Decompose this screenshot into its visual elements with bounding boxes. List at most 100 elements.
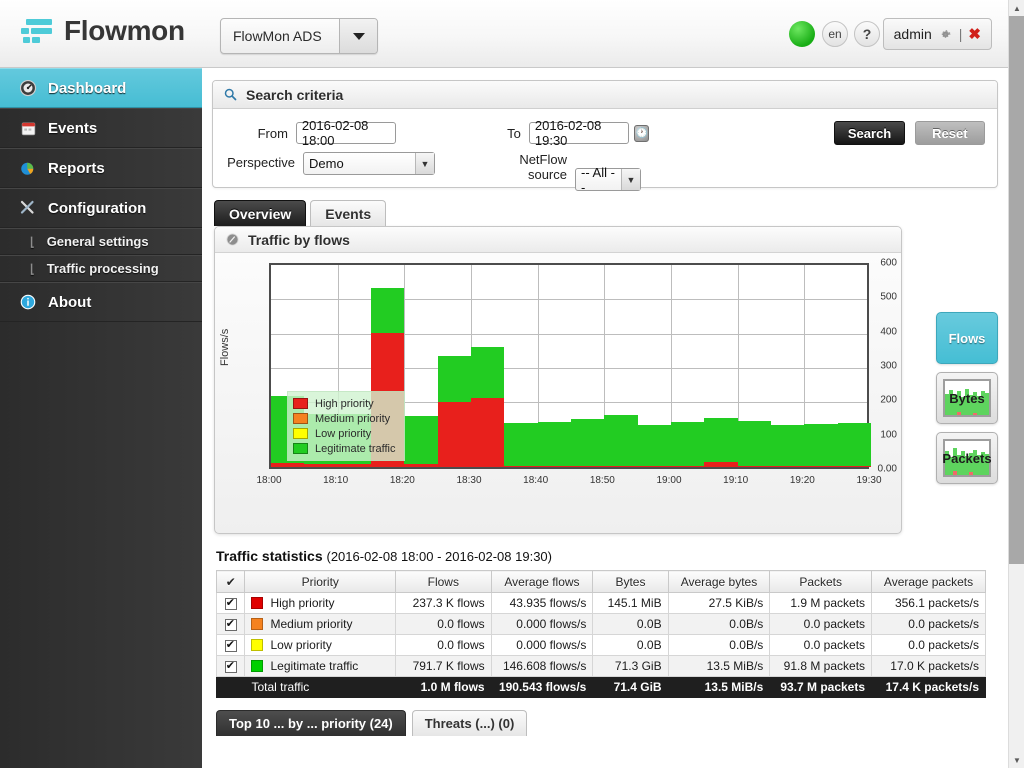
from-input[interactable]: 2016-02-08 18:00 xyxy=(295,118,396,148)
gauge-icon xyxy=(18,78,38,98)
chart-bar[interactable] xyxy=(537,261,571,467)
netflow-source-select[interactable]: -- All -- ▼ xyxy=(575,165,641,195)
chart-bar[interactable] xyxy=(637,261,671,467)
x-axis-tick: 18:30 xyxy=(456,475,482,486)
chart-bar[interactable] xyxy=(737,261,771,467)
table-row[interactable]: Legitimate traffic 791.7 K flows146.608 f… xyxy=(215,655,986,677)
table-row[interactable]: Medium priority0.0 flows0.000 flows/s0.0… xyxy=(215,613,986,635)
chart-bar-segment xyxy=(404,416,438,464)
table-column-header[interactable]: Flows xyxy=(395,570,492,593)
table-cell-flows: 791.7 K flows xyxy=(395,655,492,677)
language-button[interactable]: en xyxy=(822,21,848,47)
module-selector[interactable]: FlowMon ADS xyxy=(220,18,378,54)
search-criteria-body: From 2016-02-08 18:00 To 2016-02-08 19:3… xyxy=(213,109,997,210)
metric-button-packets[interactable]: Packets xyxy=(936,432,998,484)
logout-icon[interactable]: ✖ xyxy=(968,25,981,43)
scrollbar-thumb[interactable] xyxy=(1009,16,1024,564)
chart-bar[interactable] xyxy=(504,261,538,467)
sidebar-item-about[interactable]: About xyxy=(0,282,202,322)
chevron-down-icon[interactable] xyxy=(339,19,377,53)
row-checkbox[interactable] xyxy=(224,659,237,673)
gear-icon[interactable] xyxy=(938,27,953,42)
legend-item[interactable]: Low priority xyxy=(293,426,396,441)
row-checkbox[interactable] xyxy=(224,596,237,610)
chart-bar-segment xyxy=(771,465,805,467)
legend-item[interactable]: High priority xyxy=(293,396,396,411)
brand-logo[interactable]: Flowmon xyxy=(20,14,185,48)
total-cell-avg-flows: 190.543 flows/s xyxy=(490,676,594,698)
table-cell-avg-flows: 146.608 flows/s xyxy=(490,655,594,677)
sidebar-item-reports[interactable]: Reports xyxy=(0,148,202,188)
scroll-up-icon[interactable]: ▲ xyxy=(1009,0,1024,16)
total-cell-packets: 93.7 M packets xyxy=(769,676,873,698)
row-checkbox-cell[interactable] xyxy=(215,592,246,614)
sidebar-item-configuration[interactable]: Configuration xyxy=(0,188,202,228)
table-column-header[interactable]: Bytes xyxy=(592,570,669,593)
chart-bar[interactable] xyxy=(804,261,838,467)
perspective-select[interactable]: Demo ▼ xyxy=(303,152,435,175)
chart-bar[interactable] xyxy=(671,261,705,467)
brand-name: Flowmon xyxy=(64,15,185,46)
chart-bar[interactable] xyxy=(837,261,871,467)
chart-bar[interactable] xyxy=(604,261,638,467)
table-row[interactable]: High priority 237.3 K flows43.935 flows/s… xyxy=(215,592,986,614)
bottom-tab-top10[interactable]: Top 10 ... by ... priority (24) xyxy=(216,710,406,736)
legend-label: High priority xyxy=(315,397,374,410)
chart-bar[interactable] xyxy=(404,261,438,467)
user-menu-separator: | xyxy=(958,26,963,42)
legend-item[interactable]: Medium priority xyxy=(293,411,396,426)
chart-bar[interactable] xyxy=(704,261,738,467)
row-checkbox[interactable] xyxy=(224,617,237,631)
table-column-header[interactable]: Priority xyxy=(244,570,396,593)
chart-bar[interactable] xyxy=(571,261,605,467)
total-cell-avg-packets: 17.4 K packets/s xyxy=(871,676,986,698)
table-row[interactable]: Low priority0.0 flows0.000 flows/s0.0B0.… xyxy=(215,634,986,656)
bottom-tab-threats[interactable]: Threats (...) (0) xyxy=(411,710,528,736)
table-cell-avg-bytes: 0.0B/s xyxy=(667,634,771,656)
sidebar-item-label: Dashboard xyxy=(48,79,127,97)
scroll-down-icon[interactable]: ▼ xyxy=(1009,752,1024,768)
legend-item[interactable]: Legitimate traffic xyxy=(293,441,396,456)
tab-overview[interactable]: Overview xyxy=(214,200,307,226)
row-checkbox-cell[interactable] xyxy=(215,613,246,635)
chart-bar[interactable] xyxy=(437,261,471,467)
search-button[interactable]: Search xyxy=(834,121,905,145)
chevron-down-icon[interactable]: ▼ xyxy=(621,169,640,190)
stats-date-range: (2016-02-08 18:00 - 2016-02-08 19:30) xyxy=(326,549,553,564)
clock-icon[interactable]: 🕐 xyxy=(633,124,650,142)
chart-bar-segment xyxy=(471,346,505,398)
chart-bar-segment xyxy=(537,422,571,466)
user-menu[interactable]: admin | ✖ xyxy=(882,18,992,50)
reset-button[interactable]: Reset xyxy=(914,121,986,145)
row-checkbox-cell[interactable] xyxy=(215,634,246,656)
to-input[interactable]: 2016-02-08 19:30 xyxy=(528,118,629,148)
sidebar-item-events[interactable]: Events xyxy=(0,108,202,148)
legend-swatch xyxy=(293,413,308,424)
module-selector-value: FlowMon ADS xyxy=(233,28,322,44)
vertical-scrollbar[interactable]: ▲ ▼ xyxy=(1008,0,1024,768)
help-button[interactable]: ? xyxy=(854,21,880,47)
row-checkbox-cell[interactable] xyxy=(215,655,246,677)
sidebar-item-label: Traffic processing xyxy=(46,261,159,276)
chevron-down-icon[interactable]: ▼ xyxy=(415,153,434,174)
table-cell-avg-packets: 356.1 packets/s xyxy=(871,592,986,614)
row-checkbox[interactable] xyxy=(224,638,237,652)
chart-plot-area[interactable]: High priority Medium priority Low priority… xyxy=(269,261,871,469)
total-row-spacer xyxy=(215,676,246,698)
sidebar-item-dashboard[interactable]: Dashboard xyxy=(0,68,202,108)
metric-button-bytes[interactable]: Bytes xyxy=(936,372,998,424)
chart-bar[interactable] xyxy=(771,261,805,467)
table-column-header[interactable]: Average flows xyxy=(490,570,594,593)
table-column-header[interactable]: Packets xyxy=(769,570,873,593)
sidebar-item-traffic-processing[interactable]: ⌊ Traffic processing xyxy=(0,255,202,282)
table-column-header[interactable]: Average bytes xyxy=(667,570,771,593)
chart-bar[interactable] xyxy=(471,261,505,467)
priority-label: High priority xyxy=(270,596,335,610)
tab-events[interactable]: Events xyxy=(310,200,387,226)
table-column-header[interactable]: ✔ xyxy=(215,570,246,593)
metric-button-flows[interactable]: Flows xyxy=(936,312,998,364)
table-header-row: ✔ Priority Flows Average flows Bytes Average … xyxy=(215,570,986,593)
to-label: To xyxy=(507,125,521,141)
sidebar-item-general-settings[interactable]: ⌊ General settings xyxy=(0,228,202,255)
table-column-header[interactable]: Average packets xyxy=(871,570,986,593)
